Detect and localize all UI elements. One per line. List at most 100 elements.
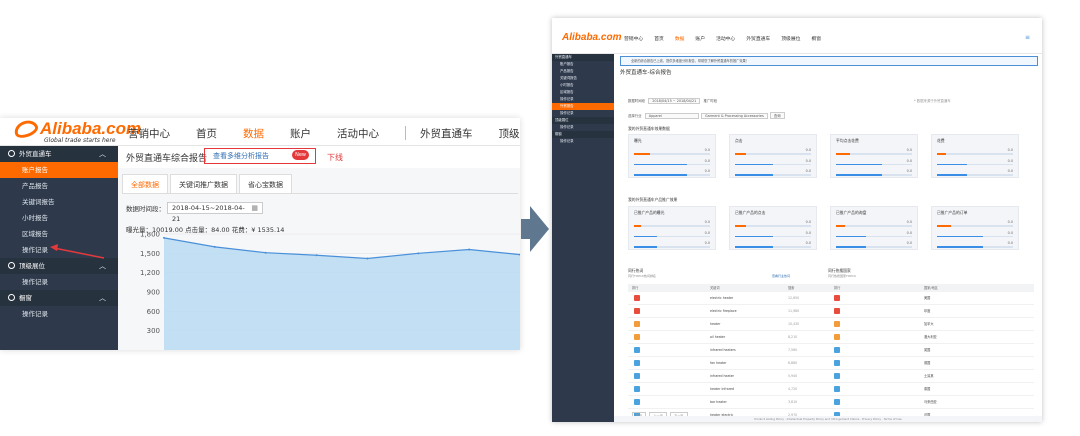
report-tab[interactable]: 省心宝数据 [239,174,292,194]
group-icon [8,150,15,157]
report-tab[interactable]: 全部数据 [122,174,168,194]
date-range-picker[interactable]: 2018-04-15~2018-04-21 ▦ [167,202,263,223]
r-table-header-cell: 搜索 [788,286,795,290]
sidebar-group[interactable]: 外贸直通车 ︿ [0,146,118,162]
r-country: 德国 [924,361,931,365]
r-card-row: 0.0 [634,241,710,245]
nav-item[interactable]: 首页 [196,126,217,141]
r-nav-item[interactable]: 顶级展位 [781,35,800,42]
chevron-up-icon: ︿ [99,294,106,302]
trend-area-chart: 1,800 1,500 1,200 900 600 300 [140,232,520,350]
alibaba-logo[interactable]: Alibaba.com Global trade starts here [11,118,141,144]
r-search-volume: 11,980 [788,309,800,313]
sidebar-item[interactable]: 小时报告 [0,210,118,226]
r-nav-item[interactable]: 活动中心 [716,35,735,42]
y-tick-label: 300 [147,327,160,335]
table-row[interactable]: infrared heaters 7,560 英国 [628,344,1034,357]
r-card-bar-fill [735,153,747,155]
r-nav-item[interactable]: 数据 [675,35,685,42]
nav-item[interactable]: 账户 [290,126,311,141]
r-sidebar-item[interactable]: 小时报告 [552,82,614,89]
r-sidebar-item[interactable]: 产品报告 [552,68,614,75]
table-row[interactable]: electric heater 12,650 美国 [628,292,1034,305]
r-card-row: 0.0 [836,169,912,173]
rank-square [634,386,640,392]
r-nav-item[interactable]: 橱窗 [811,35,821,42]
data-point[interactable] [417,252,420,255]
r-nav-item[interactable]: 外贸直通车 [746,35,770,42]
r-card-row: 0.0 [836,231,912,235]
r-card-bar-fill [937,225,951,227]
r-nav-item[interactable]: 账户 [695,35,705,42]
sidebar-item[interactable]: 账户报告 [0,162,118,178]
table-row[interactable]: bar heater 3,810 马来西亚 [628,396,1034,409]
r-card-row-value: 0.0 [805,148,811,152]
table-row[interactable]: heater infrared 4,720 泰国 [628,383,1034,396]
r-sidebar-item[interactable]: 关键词报告 [552,75,614,82]
r-nav-item[interactable]: 营销中心 [624,35,643,42]
r-sidebar-group[interactable]: 顶级展位 [552,117,614,124]
rank-square [634,347,640,353]
top-bar: Alibaba.com Global trade starts here 营销中… [0,118,520,146]
table-row[interactable]: fan heater 6,880 德国 [628,357,1034,370]
r-metric-card: 已推广产品的询盘 0.0 0.0 0.0 [830,206,918,250]
r-industry-select-2[interactable]: Garment & Processing Accessories [700,113,768,119]
r-menu-icon[interactable]: ≡ [1025,34,1030,41]
r-card-row: 0.0 [735,169,811,173]
r-query-button[interactable]: 查询 [769,112,785,119]
nav-item[interactable]: 营销中心 [128,126,170,141]
sidebar-item[interactable]: 产品报告 [0,178,118,194]
r-sidebar-group[interactable]: 外贸直通车 [552,54,614,61]
rank-square [834,386,840,392]
data-point[interactable] [213,245,216,248]
chevron-up-icon: ︿ [99,150,106,158]
r-filter-date-value[interactable]: 2018/04/15 ~ 2018/04/21 [648,98,701,104]
r-card-bar [937,246,1013,248]
report-tab[interactable]: 关键词推广数据 [170,174,237,194]
data-point[interactable] [315,254,318,257]
nav-item[interactable]: 数据 [243,126,264,141]
r-sidebar-item[interactable]: 操作记录 [552,96,614,103]
multi-analysis-link[interactable]: 查看多维分析报告 New [204,148,316,164]
r-card-row-value: 0.0 [906,169,912,173]
sidebar-item[interactable]: 操作记录 [0,306,118,322]
sidebar-group-label: 外贸直通车 [19,150,52,158]
data-point[interactable] [163,236,165,239]
area-fill [164,237,520,350]
r-kw-link[interactable]: 查看行业热词 [772,274,790,278]
r-industry-select[interactable]: Apparel [644,113,699,119]
r-sidebar-item[interactable]: 账户报告 [552,61,614,68]
table-row[interactable]: heater 10,430 加拿大 [628,318,1034,331]
r-sidebar-group[interactable]: 橱窗 [552,131,614,138]
nav-item[interactable]: 活动中心 [337,126,379,141]
r-card-title: 花费 [937,138,945,143]
table-row[interactable]: electric fireplace 11,980 印度 [628,305,1034,318]
table-row[interactable]: oil heater 8,210 澳大利亚 [628,331,1034,344]
r-sidebar-item[interactable]: 操作记录 [552,124,614,131]
sidebar-group[interactable]: 橱窗 ︿ [0,290,118,306]
y-tick-label: 600 [147,308,160,316]
r-alibaba-logo[interactable]: Alibaba.com [562,32,621,43]
r-sidebar-item[interactable]: 操作记录 [552,110,614,117]
annotation-arrow-icon [50,244,105,259]
sidebar-item[interactable]: 关键词报告 [0,194,118,210]
r-sidebar-item[interactable]: 区域报告 [552,89,614,96]
r-sidebar-item[interactable]: 外贸报告 [552,103,614,110]
sidebar-item[interactable]: 操作记录 [0,274,118,290]
data-point[interactable] [264,251,267,254]
r-card-row: 0.0 [634,220,710,224]
r-card-row: 0.0 [836,148,912,152]
r-sidebar-item[interactable]: 操作记录 [552,138,614,145]
r-keyword: electric fireplace [710,309,737,313]
r-card-title: 已推广产品的曝光 [634,210,665,215]
data-point[interactable] [468,248,471,251]
table-row[interactable]: infrared heater 5,940 土耳其 [628,370,1034,383]
sidebar-item[interactable]: 区域报告 [0,226,118,242]
r-nav-item[interactable]: 首页 [654,35,664,42]
r-card-bar [634,225,710,227]
nav-item[interactable]: 外贸直通车 [420,126,473,141]
r-card-bar [937,225,1013,227]
nav-item[interactable]: 顶级展位 [499,126,521,141]
data-point[interactable] [366,257,369,260]
rank-square [834,308,840,314]
